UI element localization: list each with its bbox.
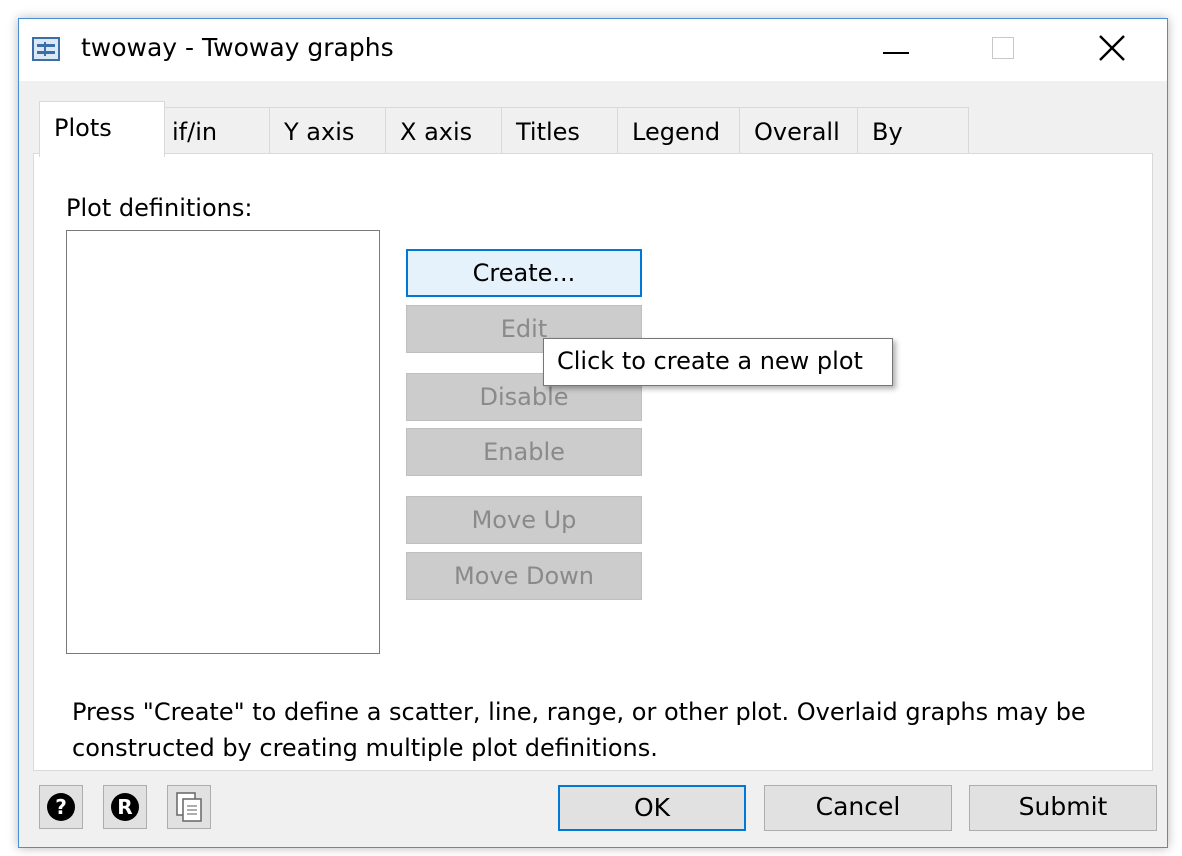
enable-button[interactable]: Enable: [406, 428, 642, 476]
create-tooltip: Click to create a new plot: [543, 338, 893, 386]
cancel-button[interactable]: Cancel: [764, 785, 952, 831]
plot-definitions-label: Plot definitions:: [66, 194, 253, 222]
ok-button[interactable]: OK: [558, 785, 746, 831]
tab-y-axis[interactable]: Y axis: [269, 107, 387, 155]
move-up-button[interactable]: Move Up: [406, 496, 642, 544]
tab-if-in[interactable]: if/in: [157, 107, 271, 155]
move-down-button[interactable]: Move Down: [406, 552, 642, 600]
create-button[interactable]: Create...: [406, 249, 642, 297]
help-button[interactable]: ?: [39, 785, 83, 829]
maximize-button[interactable]: [959, 19, 1051, 79]
minimize-button[interactable]: [849, 19, 941, 79]
tab-x-axis[interactable]: X axis: [385, 107, 503, 155]
title-bar[interactable]: twoway - Twoway graphs: [19, 19, 1167, 81]
close-icon: [1099, 35, 1125, 61]
plot-definitions-list[interactable]: [66, 230, 380, 654]
close-button[interactable]: [1067, 19, 1159, 79]
submit-button[interactable]: Submit: [969, 785, 1157, 831]
tab-by[interactable]: By: [857, 107, 969, 155]
help-icon: ?: [47, 793, 75, 821]
reset-button[interactable]: R: [103, 785, 147, 829]
dialog-window: twoway - Twoway graphs Plots if/in Y axi…: [18, 18, 1168, 848]
app-dialog-icon: [32, 37, 60, 61]
tab-legend[interactable]: Legend: [617, 107, 741, 155]
window-title: twoway - Twoway graphs: [81, 33, 394, 62]
reset-icon: R: [111, 793, 139, 821]
plots-panel: Plot definitions: Create... Edit Disable…: [33, 153, 1153, 771]
copy-icon: [176, 792, 202, 822]
tab-titles[interactable]: Titles: [501, 107, 619, 155]
copy-command-button[interactable]: [167, 785, 211, 829]
maximize-icon: [992, 37, 1014, 59]
minimize-icon: [883, 52, 909, 54]
tab-plots[interactable]: Plots: [39, 101, 165, 157]
help-text: Press "Create" to define a scatter, line…: [72, 698, 1086, 762]
tab-overall[interactable]: Overall: [739, 107, 859, 155]
